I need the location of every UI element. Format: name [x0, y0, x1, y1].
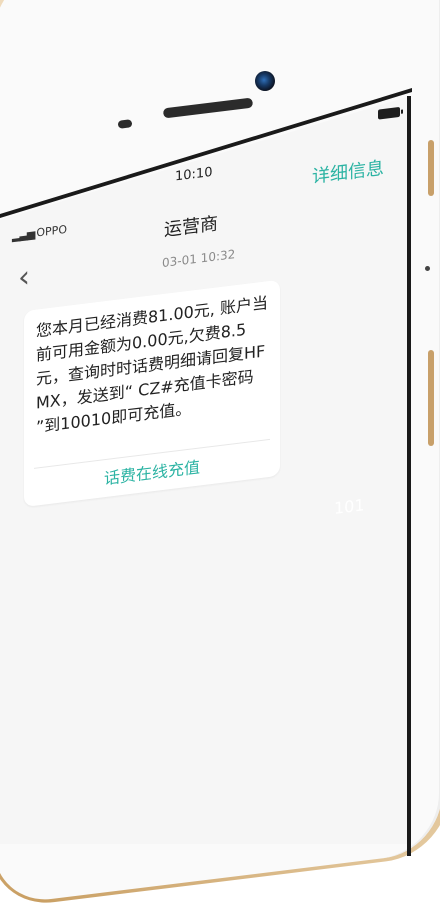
battery-icon	[378, 106, 400, 120]
screen-edge	[407, 96, 411, 856]
online-recharge-link[interactable]: 话费在线充值	[24, 444, 280, 499]
message-timestamp: 03-01 10:32	[162, 247, 236, 271]
volume-button	[428, 350, 434, 446]
power-button	[428, 140, 434, 196]
side-sensor	[425, 266, 430, 271]
back-chevron-icon[interactable]: ‹	[18, 259, 30, 295]
message-body: 您本月已经消费81.00元, 账户当前可用金额为0.00元,欠费8.5元，查询时…	[36, 293, 268, 437]
message-bubble: 您本月已经消费81.00元, 账户当前可用金额为0.00元,欠费8.5元，查询时…	[24, 279, 280, 508]
page-title: 运营商	[164, 213, 218, 241]
front-camera-icon	[255, 71, 275, 91]
signal-icon: ▂▃▅	[12, 226, 35, 243]
sender-number-watermark: 101	[334, 495, 365, 518]
